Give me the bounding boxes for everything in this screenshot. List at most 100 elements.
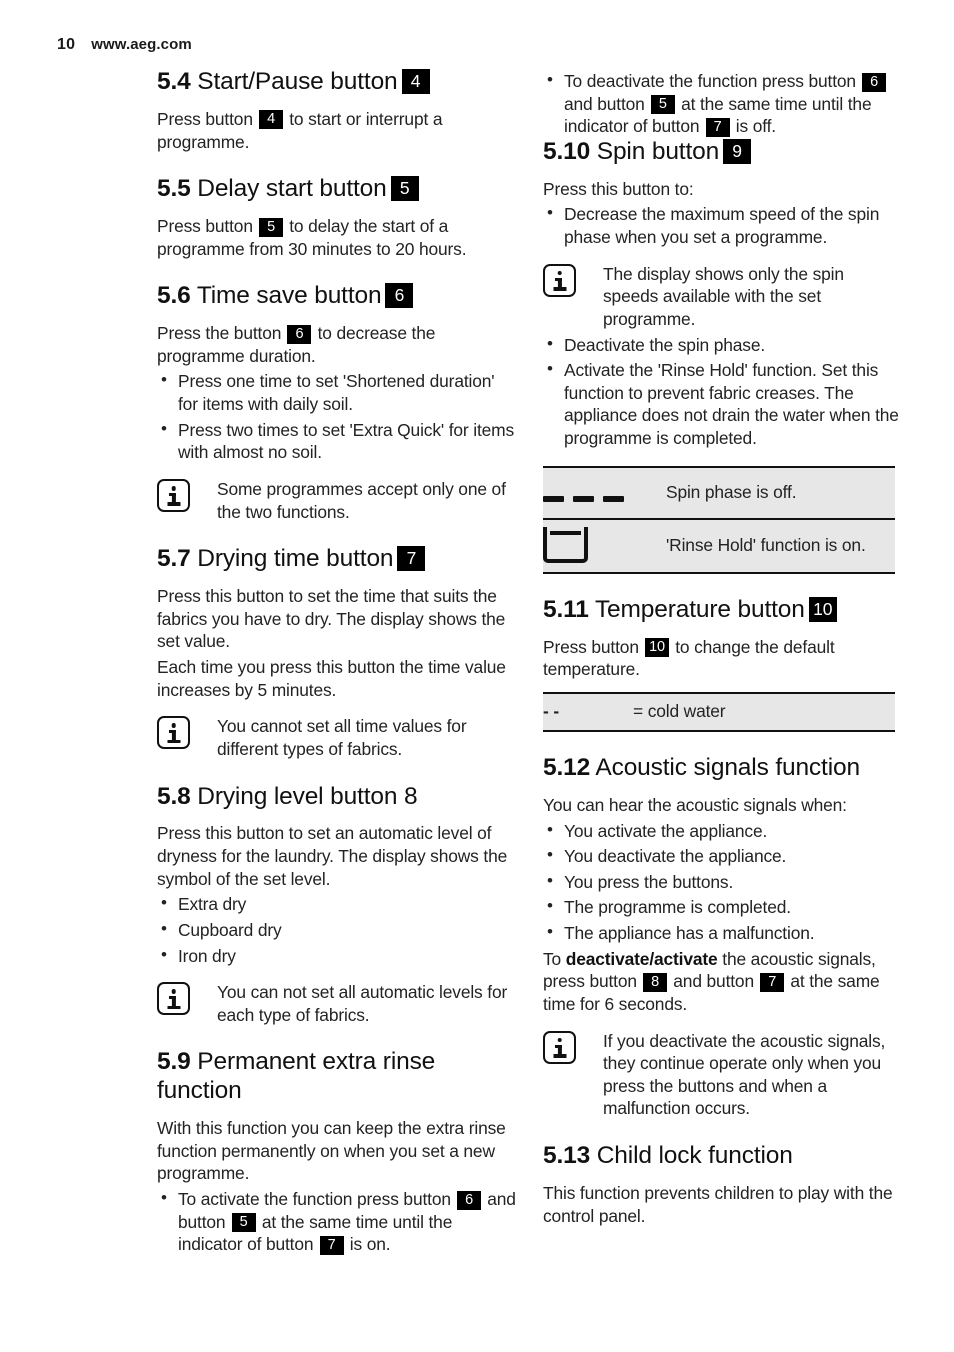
key-badge: 4 [401, 69, 430, 94]
section-title: Permanent extra rinse function [157, 1048, 436, 1105]
spin-symbol-table: Spin phase is off. 'Rinse Hold' function… [543, 465, 895, 574]
rinse-hold-tub-icon [543, 526, 588, 563]
section-number: 5.10 [543, 137, 591, 165]
page-number: 10 [57, 36, 76, 53]
section-5-10: 5.10 Spin button 9 Press this button to: … [543, 138, 903, 574]
list-item: Press one time to set 'Shortened duratio… [157, 369, 517, 415]
note-text: If you deactivate the acoustic signals, … [603, 1030, 886, 1119]
section-number: 5.11 [543, 595, 589, 623]
section-5-6: 5.6 Time save button 6 Press the button 6… [157, 282, 517, 523]
section-title: Drying time button [197, 545, 394, 573]
text-part-a: Press button [157, 108, 258, 129]
emphasis-text: deactivate/activate [565, 948, 718, 969]
symbol-description: 'Rinse Hold' function is on. [666, 534, 866, 555]
info-icon [543, 263, 576, 297]
section-5-4-paragraph: Press button 4 to start or interrupt a p… [157, 108, 517, 153]
note-5-10: The display shows only the spin speeds a… [543, 263, 903, 331]
site-url: www.aeg.com [91, 36, 192, 53]
section-5-9-paragraph: With this function you can keep the extr… [157, 1118, 506, 1184]
section-5-7-paragraph-b: Each time you press this button the time… [157, 657, 506, 700]
section-title: Drying level button 8 [197, 782, 418, 810]
section-5-10-paragraph: Press this button to: [543, 178, 694, 199]
list-item: Press two times to set 'Extra Quick' for… [157, 418, 517, 464]
info-icon [157, 716, 190, 750]
key-badge: 5 [259, 217, 284, 237]
section-5-9-heading: 5.9 Permanent extra rinse function [157, 1048, 517, 1106]
right-column: To deactivate the function press button … [543, 68, 903, 1256]
section-5-7-heading: 5.7 Drying time button 7 [157, 545, 517, 574]
note-5-8: You can not set all automatic levels for… [157, 981, 517, 1026]
section-number: 5.7 [157, 545, 191, 573]
section-5-6-bullets: Press one time to set 'Shortened duratio… [157, 369, 517, 464]
note-text: You cannot set all time values for diffe… [217, 716, 467, 759]
info-icon [157, 478, 190, 512]
page-header: 10 www.aeg.com [57, 36, 192, 54]
section-5-5-heading: 5.5 Delay start button 5 [157, 175, 517, 204]
section-5-10-heading: 5.10 Spin button 9 [543, 138, 903, 167]
note-5-12: If you deactivate the acoustic signals, … [543, 1030, 903, 1121]
text-part-c: and button [668, 971, 759, 992]
temperature-symbol-table: - - = cold water [543, 691, 895, 733]
section-5-9: 5.9 Permanent extra rinse function With … [157, 1048, 517, 1256]
text-part-d: is off. [731, 116, 776, 137]
key-badge: 7 [705, 117, 730, 137]
key-badge: 4 [259, 110, 284, 130]
section-number: 5.12 [543, 754, 591, 782]
symbol-description: Spin phase is off. [666, 481, 797, 502]
symbol-cell-tub [543, 519, 666, 573]
section-number: 5.5 [157, 175, 191, 203]
section-number: 5.4 [157, 68, 191, 95]
key-badge: 6 [862, 72, 887, 92]
section-5-8-paragraph: Press this button to set an automatic le… [157, 823, 508, 889]
text-part-a: Press the button [157, 323, 286, 344]
section-5-12: 5.12 Acoustic signals function You can h… [543, 754, 903, 1120]
text-part-a: Press button [543, 636, 644, 657]
section-title: Acoustic signals function [595, 754, 860, 782]
key-badge: 6 [287, 324, 312, 344]
key-badge: 7 [397, 546, 426, 572]
section-title: Delay start button [197, 175, 387, 203]
section-5-8: 5.8 Drying level button 8 Press this but… [157, 783, 517, 1027]
section-5-13: 5.13 Child lock function This function p… [543, 1142, 903, 1227]
key-badge: 10 [645, 638, 670, 658]
table-row: 'Rinse Hold' function is on. [543, 518, 895, 573]
list-item: Extra dry [157, 892, 517, 916]
symbol-description: = cold water [633, 700, 726, 721]
key-badge: 8 [643, 972, 668, 992]
section-5-11-heading: 5.11 Temperature button 10 [543, 596, 903, 625]
section-5-12-heading: 5.12 Acoustic signals function [543, 754, 903, 783]
info-icon [543, 1030, 576, 1064]
list-item: The appliance has a malfunction. [543, 921, 903, 945]
text-part-a: Press button [157, 216, 258, 237]
note-text: The display shows only the spin speeds a… [603, 263, 844, 329]
key-badge: 10 [808, 596, 837, 622]
key-badge: 6 [457, 1190, 482, 1210]
note-text: Some programmes accept only one of the t… [217, 478, 506, 522]
table-row: - - = cold water [543, 692, 895, 732]
text-part-a: To [543, 948, 566, 969]
info-icon [157, 982, 190, 1016]
note-5-6: Some programmes accept only one of the t… [157, 478, 517, 523]
content-columns: 5.4 Start/Pause button 4 Press button 4 t… [0, 68, 954, 1256]
key-badge: 7 [760, 972, 785, 992]
list-item: You activate the appliance. [543, 819, 903, 843]
key-badge: 5 [231, 1213, 256, 1233]
section-title: Child lock function [596, 1142, 793, 1170]
section-5-6-heading: 5.6 Time save button 6 [157, 282, 517, 311]
symbol-cell-dashes [543, 467, 666, 519]
section-title: Spin button [596, 137, 720, 165]
key-badge: 7 [319, 1235, 344, 1255]
list-item: The programme is completed. [543, 896, 903, 919]
list-item: You press the buttons. [543, 870, 903, 894]
section-5-12-paragraph: You can hear the acoustic signals when: [543, 794, 847, 815]
section-title: Time save button [196, 282, 382, 310]
list-item: Cupboard dry [157, 918, 517, 942]
section-title: Start/Pause button [197, 68, 398, 95]
section-5-9-bullets: To activate the function press button 6 … [157, 1187, 517, 1256]
list-item: To deactivate the function press button … [543, 69, 903, 138]
section-5-12-bullets: You activate the appliance. You deactiva… [543, 819, 903, 945]
key-badge: 9 [723, 138, 752, 164]
left-column: 5.4 Start/Pause button 4 Press button 4 t… [157, 68, 517, 1256]
section-5-11-paragraph: Press button 10 to change the default te… [543, 636, 903, 681]
section-5-13-paragraph: This function prevents children to play … [543, 1183, 893, 1226]
